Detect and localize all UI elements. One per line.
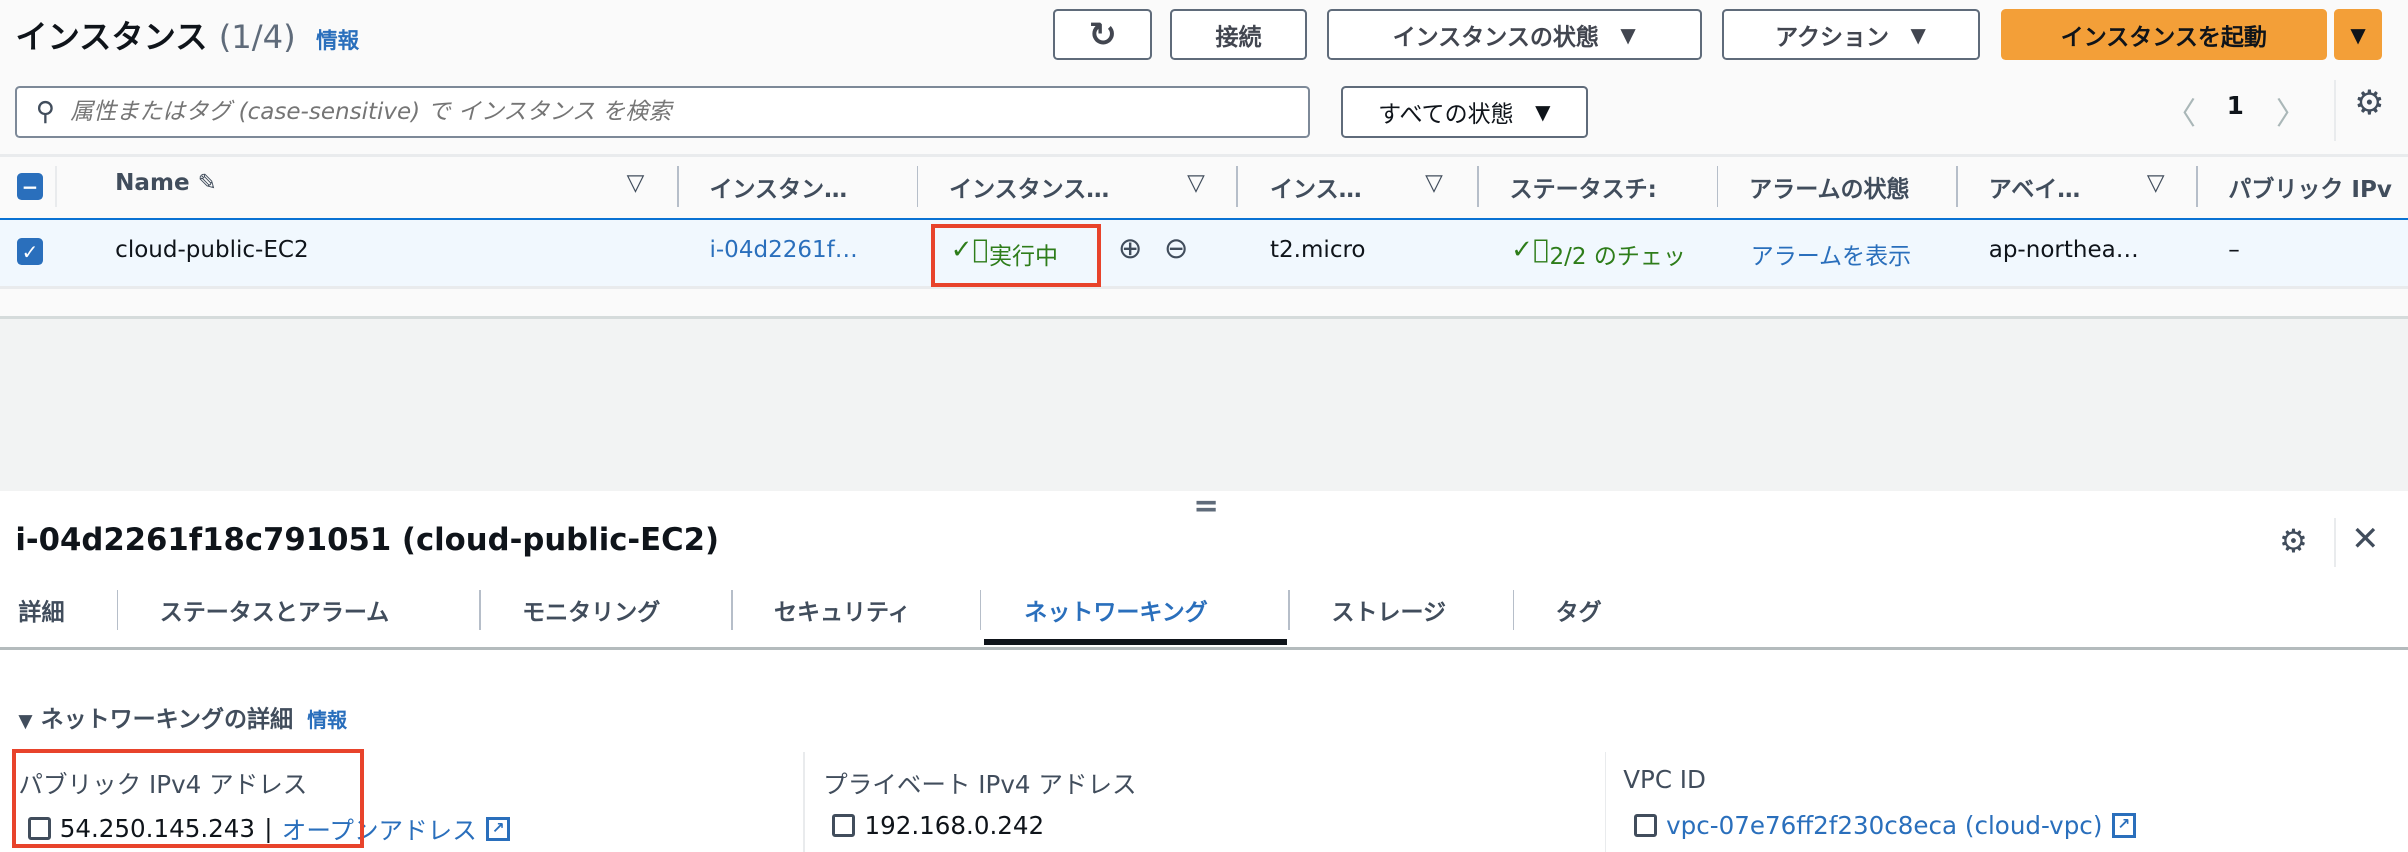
refresh-icon: ↻ <box>1088 15 1117 55</box>
divider <box>2334 79 2336 142</box>
filter-icon[interactable]: ▽ <box>627 170 645 196</box>
actions-button[interactable]: アクション ▼ <box>1721 9 1980 60</box>
private-ipv4-value: 192.168.0.242 <box>864 810 1045 840</box>
copy-icon[interactable] <box>832 813 856 837</box>
settings-gear-icon[interactable]: ⚙ <box>2279 522 2308 560</box>
availability-zone: ap-northea… <box>1988 236 2139 263</box>
instance-name: cloud-public-EC2 <box>115 236 309 263</box>
empty-table-area <box>0 316 2408 492</box>
column-header-alarm-status[interactable]: アラームの状態 <box>1749 170 1930 204</box>
title-text: インスタンス <box>15 18 208 57</box>
search-input[interactable] <box>67 97 1308 127</box>
caret-down-icon: ▼ <box>18 711 33 733</box>
resize-handle[interactable]: = <box>1193 488 1219 524</box>
check-circle-icon: ✓⃝ <box>1511 235 1549 266</box>
tab-storage[interactable]: ストレージ <box>1331 593 1446 627</box>
launch-instance-button[interactable]: インスタンスを起動 <box>2001 9 2327 60</box>
connect-button[interactable]: 接続 <box>1170 9 1307 60</box>
private-ipv4-label: プライベート IPv4 アドレス <box>823 769 1137 799</box>
launch-dropdown-button[interactable]: ▼ <box>2334 9 2382 60</box>
active-tab-indicator <box>984 638 1287 645</box>
public-ip: – <box>2228 236 2240 263</box>
search-field[interactable]: ⚲ <box>15 85 1310 139</box>
settings-gear-icon[interactable]: ⚙ <box>2354 83 2384 122</box>
caret-down-icon: ▼ <box>2350 22 2366 47</box>
networking-section-toggle[interactable]: ▼ ネットワーキングの詳細 情報 <box>18 700 347 734</box>
instance-state-label: インスタンスの状態 <box>1392 24 1599 51</box>
prev-page-button[interactable]: 〈 <box>2165 88 2196 133</box>
caret-down-icon: ▼ <box>1535 100 1551 125</box>
status-check: 2/2 のチェッ <box>1549 243 1686 270</box>
close-icon[interactable]: ✕ <box>2351 519 2379 558</box>
zoom-in-icon[interactable]: ⊕ <box>1118 231 1142 265</box>
zoom-out-icon[interactable]: ⊖ <box>1164 231 1188 265</box>
page-number[interactable]: 1 <box>2227 91 2244 120</box>
state-filter-select[interactable]: すべての状態 ▼ <box>1340 85 1588 139</box>
view-alarms-link[interactable]: アラームを表示 <box>1751 237 1948 271</box>
column-header-instance-id[interactable]: インスタン… <box>709 170 847 204</box>
page-title: インスタンス (1/4) 情報 <box>15 12 359 58</box>
search-icon: ⚲ <box>35 97 55 128</box>
column-header-public-ip[interactable]: パブリック IPv <box>2228 170 2392 204</box>
tab-monitoring[interactable]: モニタリング <box>522 593 660 627</box>
instance-id-link[interactable]: i-04d2261f… <box>709 237 857 263</box>
vpc-id-link[interactable]: vpc-07e76ff2f230c8eca (cloud-vpc) <box>1666 811 2102 840</box>
tab-networking[interactable]: ネットワーキング <box>1024 593 1207 627</box>
column-header-availability-zone[interactable]: アベイ… <box>1989 170 2081 204</box>
column-header-instance-state[interactable]: インスタンス… <box>949 170 1109 204</box>
section-title: ネットワーキングの詳細 <box>40 707 294 734</box>
detail-tabs: 詳細 ステータスとアラーム モニタリング セキュリティ ネットワーキング ストレ… <box>0 584 2408 650</box>
external-link-icon[interactable]: ↗ <box>2111 813 2137 838</box>
external-link-icon[interactable]: ↗ <box>485 816 511 842</box>
tab-status-alarms[interactable]: ステータスとアラーム <box>160 593 389 627</box>
selection-count: (1/4) <box>218 18 296 57</box>
tab-tags[interactable]: タグ <box>1556 593 1602 627</box>
edit-icon: ✎ <box>197 170 217 197</box>
vpc-id-label: VPC ID <box>1623 764 1706 794</box>
table-row[interactable]: ✓ cloud-public-EC2 i-04d2261f… ✓⃝ 実行中 ⊕ … <box>0 218 2408 290</box>
info-link[interactable]: 情報 <box>316 29 359 54</box>
copy-icon[interactable] <box>1633 813 1657 837</box>
highlight-box <box>12 749 364 848</box>
instance-type: t2.micro <box>1270 236 1366 263</box>
filter-icon[interactable]: ▽ <box>1187 170 1205 196</box>
instance-state-button[interactable]: インスタンスの状態 ▼ <box>1326 9 1702 60</box>
launch-label: インスタンスを起動 <box>2060 24 2267 51</box>
instances-panel: インスタンス (1/4) 情報 ↻ 接続 インスタンスの状態 ▼ アクション ▼ イ… <box>0 0 2408 317</box>
column-header-instance-type[interactable]: インス… <box>1270 170 1362 204</box>
highlight-box <box>930 224 1102 288</box>
column-header-name[interactable]: Name ✎ <box>115 170 217 196</box>
state-filter-value: すべての状態 <box>1378 102 1514 129</box>
next-page-button[interactable]: 〉 <box>2276 88 2307 133</box>
tab-details[interactable]: 詳細 <box>18 593 64 627</box>
filter-icon[interactable]: ▽ <box>1425 170 1443 196</box>
tab-security[interactable]: セキュリティ <box>774 593 911 627</box>
caret-down-icon: ▼ <box>1910 22 1926 47</box>
table-header: − Name ✎ ▽ インスタン… インスタンス… ▽ インス… ▽ ステータス… <box>0 153 2408 221</box>
connect-label: 接続 <box>1215 24 1262 51</box>
row-checkbox[interactable]: ✓ <box>16 238 43 265</box>
refresh-button[interactable]: ↻ <box>1053 9 1152 60</box>
caret-down-icon: ▼ <box>1620 22 1636 47</box>
filter-icon[interactable]: ▽ <box>2147 170 2165 196</box>
detail-title: i-04d2261f18c791051 (cloud-public-EC2) <box>15 522 720 559</box>
actions-label: アクション <box>1775 24 1890 51</box>
info-link[interactable]: 情報 <box>307 708 347 732</box>
column-header-status-check[interactable]: ステータスチ: <box>1510 170 1691 204</box>
select-all-checkbox[interactable]: − <box>16 173 43 200</box>
